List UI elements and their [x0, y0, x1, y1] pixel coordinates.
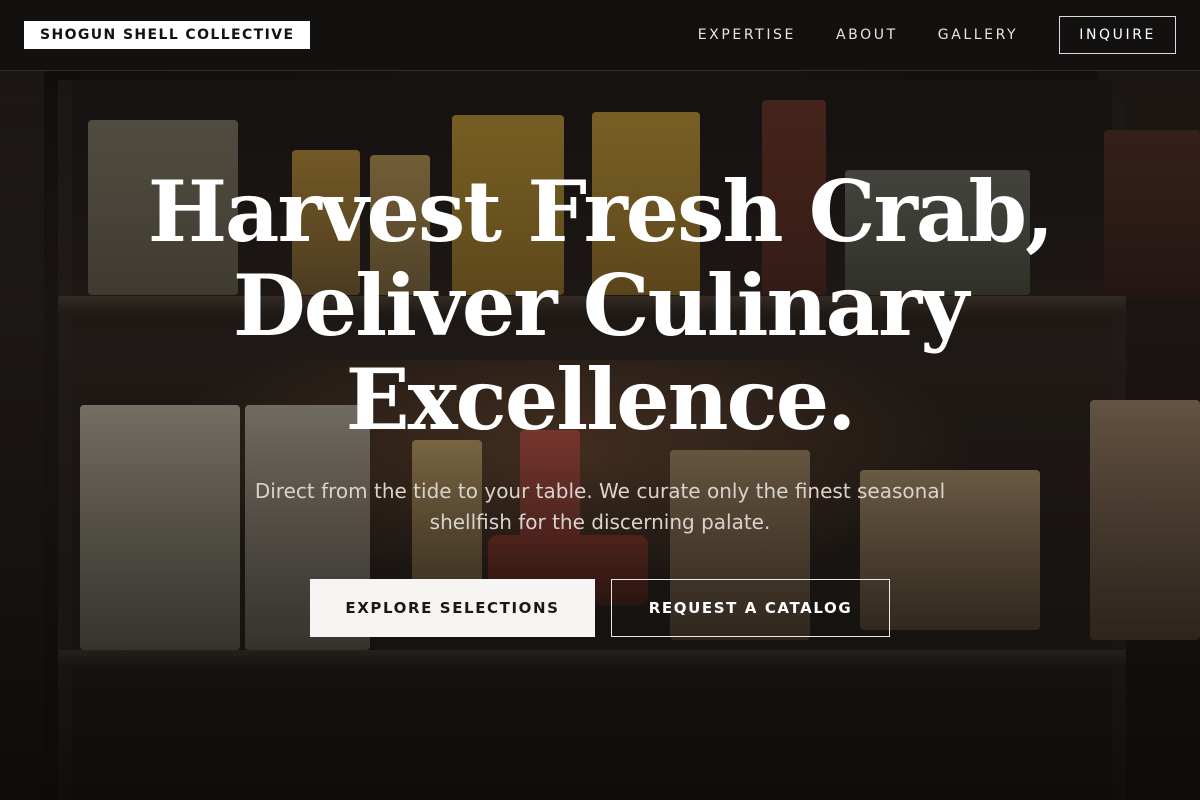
site-header: SHOGUN SHELL COLLECTIVE EXPERTISE ABOUT …	[0, 0, 1200, 71]
headline-line-3: Excellence.	[345, 350, 857, 449]
headline-line-2: Deliver Culinary	[232, 256, 969, 355]
hero-subtext: Direct from the tide to your table. We c…	[254, 479, 946, 534]
main-nav: EXPERTISE ABOUT GALLERY INQUIRE	[698, 16, 1176, 54]
headline-line-1: Harvest Fresh Crab,	[147, 162, 1055, 261]
nav-link-gallery[interactable]: GALLERY	[938, 27, 1018, 43]
brand-logo[interactable]: SHOGUN SHELL COLLECTIVE	[24, 21, 311, 49]
explore-selections-button[interactable]: EXPLORE SELECTIONS	[310, 579, 595, 637]
nav-link-about[interactable]: ABOUT	[836, 27, 898, 43]
hero-section: Harvest Fresh Crab, Deliver Culinary Exc…	[0, 70, 1200, 800]
nav-link-expertise[interactable]: EXPERTISE	[698, 27, 796, 43]
page: SHOGUN SHELL COLLECTIVE EXPERTISE ABOUT …	[0, 0, 1200, 800]
request-catalog-button[interactable]: REQUEST A CATALOG	[611, 579, 890, 637]
inquire-button[interactable]: INQUIRE	[1059, 16, 1176, 54]
hero-headline: Harvest Fresh Crab, Deliver Culinary Exc…	[100, 165, 1100, 447]
